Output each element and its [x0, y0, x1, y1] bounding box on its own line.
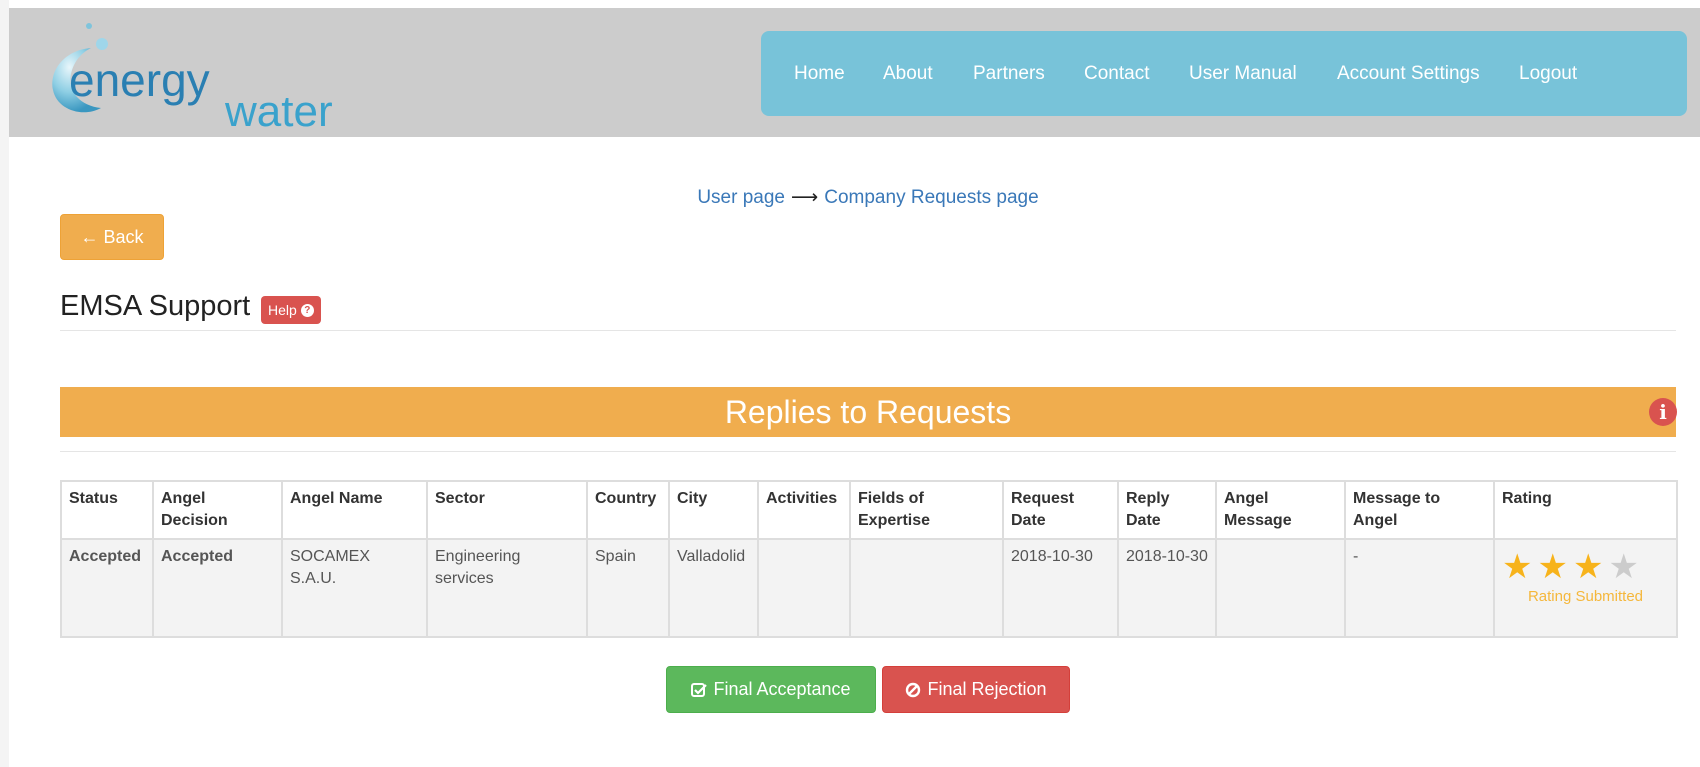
star-rating: ★ ★ ★ ★ [1502, 550, 1669, 584]
check-square-icon [691, 682, 708, 697]
logo-word-water: water [224, 87, 333, 130]
panel-title: Replies to Requests [60, 387, 1676, 437]
nav-account-settings[interactable]: Account Settings [1337, 31, 1480, 116]
nav-contact[interactable]: Contact [1084, 31, 1149, 116]
divider [60, 451, 1676, 452]
activities-cell [757, 538, 851, 638]
table-header-row: Status Angel Decision Angel Name Sector … [60, 480, 1678, 540]
angel-name-cell: SOCAMEX S.A.U. [281, 538, 428, 638]
site-header: energy water Home About Partners Contact… [9, 8, 1700, 137]
back-button[interactable]: ← Back [60, 214, 164, 260]
column-header: Request Date [1002, 480, 1119, 540]
nav-partners[interactable]: Partners [973, 31, 1045, 116]
angel-decision-cell: Accepted [152, 538, 283, 638]
divider [60, 330, 1676, 331]
energy-water-logo[interactable]: energy water [47, 20, 367, 136]
nav-home[interactable]: Home [794, 31, 845, 116]
rating-status: Rating Submitted [1527, 588, 1644, 605]
column-header: Reply Date [1117, 480, 1217, 540]
rating-cell: ★ ★ ★ ★ Rating Submitted [1493, 538, 1678, 638]
logo-word-energy: energy [69, 54, 210, 106]
star-icon[interactable]: ★ [1537, 550, 1567, 584]
breadcrumb: User page ⟶ Company Requests page [0, 186, 1700, 209]
ban-icon [906, 682, 921, 697]
column-header: Status [60, 480, 154, 540]
final-acceptance-label: Final Acceptance [713, 679, 851, 699]
question-circle-icon: ? [300, 303, 314, 317]
column-header: Message to Angel [1344, 480, 1495, 540]
column-header: Angel Name [281, 480, 428, 540]
status-cell: Accepted [60, 538, 154, 638]
help-label: Help [268, 302, 297, 318]
column-header: Rating [1493, 480, 1678, 540]
breadcrumb-arrow-icon: ⟶ [791, 187, 819, 208]
column-header: Activities [757, 480, 851, 540]
column-header: Sector [426, 480, 588, 540]
message-to-angel-cell: - [1344, 538, 1495, 638]
logo-graphic: energy water [52, 23, 333, 136]
reply-date-cell: 2018-10-30 [1117, 538, 1217, 638]
breadcrumb-user-page[interactable]: User page [697, 187, 785, 208]
column-header: Country [586, 480, 670, 540]
nav-logout[interactable]: Logout [1519, 31, 1577, 116]
nav-about[interactable]: About [883, 31, 933, 116]
breadcrumb-company-requests[interactable]: Company Requests page [824, 187, 1038, 208]
request-date-cell: 2018-10-30 [1002, 538, 1119, 638]
star-icon[interactable]: ★ [1573, 550, 1603, 584]
final-acceptance-button[interactable]: Final Acceptance [666, 666, 876, 713]
column-header: Angel Message [1215, 480, 1346, 540]
column-header: Fields of Expertise [849, 480, 1004, 540]
nav-user-manual[interactable]: User Manual [1189, 31, 1297, 116]
sector-cell: Engineering services [426, 538, 588, 638]
final-rejection-label: Final Rejection [927, 679, 1047, 699]
main-nav: Home About Partners Contact User Manual … [761, 31, 1687, 116]
final-rejection-button[interactable]: Final Rejection [882, 666, 1070, 713]
requests-table: Status Angel Decision Angel Name Sector … [60, 480, 1678, 638]
table-row: Accepted Accepted SOCAMEX S.A.U. Enginee… [60, 538, 1678, 638]
left-rail [0, 0, 9, 767]
help-button[interactable]: Help ? [261, 296, 321, 324]
column-header: City [668, 480, 759, 540]
country-cell: Spain [586, 538, 670, 638]
angel-message-cell [1215, 538, 1346, 638]
info-circle-icon[interactable]: i [1649, 398, 1677, 426]
star-icon[interactable]: ★ [1608, 550, 1638, 584]
city-cell: Valladolid [668, 538, 759, 638]
page-title: EMSA Support [60, 290, 251, 322]
fields-of-expertise-cell [849, 538, 1004, 638]
star-icon[interactable]: ★ [1502, 550, 1532, 584]
column-header: Angel Decision [152, 480, 283, 540]
